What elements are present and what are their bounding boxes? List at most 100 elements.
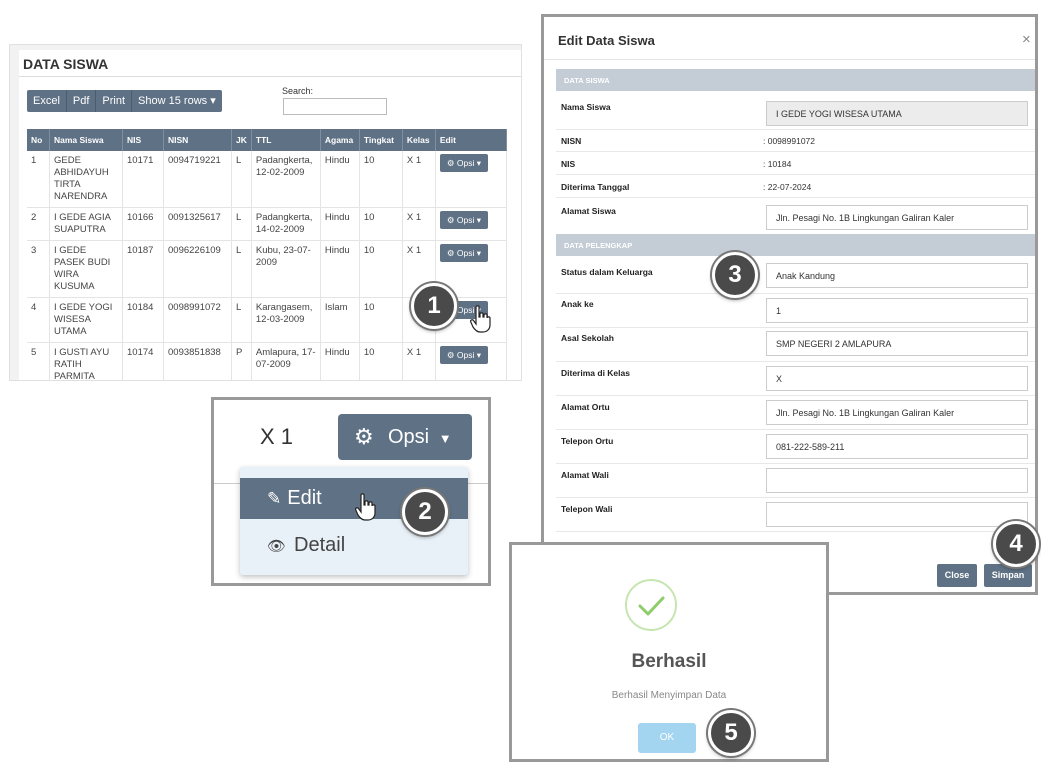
table-row: 2 I GEDE AGIA SUAPUTRA 10166 0091325617 …	[27, 207, 507, 241]
cell-ttl: Karangasem, 12-03-2009	[251, 297, 321, 343]
hand-cursor-icon	[470, 305, 491, 333]
opsi-label: Opsi ▾	[456, 215, 481, 225]
cell-no: 4	[27, 297, 50, 343]
cell-agama: Hindu	[320, 151, 360, 208]
col-agama[interactable]: Agama	[320, 129, 360, 151]
success-title: Berhasil	[631, 651, 707, 672]
success-check-icon	[625, 579, 677, 631]
cell-tingkat: 10	[359, 151, 403, 208]
cell-edit: ⚙ Opsi ▾	[435, 342, 507, 380]
close-button[interactable]: Close	[937, 564, 977, 587]
col-jk[interactable]: JK	[231, 129, 252, 151]
opsi-button[interactable]: ⚙ Opsi ▾	[439, 244, 488, 262]
anak-ke-field[interactable]: 1	[766, 298, 1028, 323]
cell-kelas: X 1	[402, 342, 436, 380]
col-no[interactable]: No	[27, 129, 50, 151]
step-badge-4: 4	[993, 521, 1039, 567]
divider	[556, 293, 1035, 294]
cell-agama: Islam	[320, 297, 360, 343]
col-nis[interactable]: NIS	[122, 129, 164, 151]
edit-siswa-modal: Edit Data Siswa × DATA SISWA Nama Siswa …	[541, 14, 1038, 595]
alamat-ortu-label: Alamat Ortu	[561, 402, 610, 412]
opsi-button[interactable]: ⚙ Opsi ▾	[439, 346, 488, 364]
status-keluarga-field[interactable]: Anak Kandung	[766, 263, 1028, 288]
cell-no: 5	[27, 342, 50, 380]
eye-icon: 👁	[267, 538, 287, 555]
close-icon[interactable]: ×	[1022, 31, 1031, 48]
excel-button[interactable]: Excel	[27, 90, 67, 112]
asal-sekolah-field[interactable]: SMP NEGERI 2 AMLAPURA	[766, 331, 1028, 356]
col-tingkat[interactable]: Tingkat	[359, 129, 403, 151]
divider	[556, 497, 1035, 498]
diterima-kelas-label: Diterima di Kelas	[561, 368, 630, 378]
telepon-ortu-field[interactable]: 081-222-589-211	[766, 434, 1028, 459]
telepon-wali-field[interactable]	[766, 502, 1028, 527]
hand-cursor-icon	[355, 493, 376, 521]
divider	[556, 463, 1035, 464]
search-input[interactable]	[283, 98, 387, 115]
cell-nis: 10174	[122, 342, 164, 380]
cell-nama: I GUSTI AYU RATIH PARMITA BERLIANTI	[49, 342, 123, 380]
alamat-wali-field[interactable]	[766, 468, 1028, 493]
show-rows-button[interactable]: Show 15 rows ▾	[132, 90, 222, 112]
step-badge-3: 3	[712, 252, 758, 298]
alamat-ortu-field[interactable]: Jln. Pesagi No. 1B Lingkungan Galiran Ka…	[766, 400, 1028, 425]
table-row: 1 GEDE ABHIDAYUH TIRTA NARENDRA 10171 00…	[27, 151, 507, 208]
divider	[556, 531, 1035, 532]
cell-no: 3	[27, 240, 50, 298]
modal-title: Edit Data Siswa	[558, 33, 655, 48]
col-nisn[interactable]: NISN	[163, 129, 232, 151]
cell-nis: 10187	[122, 240, 164, 298]
divider	[556, 429, 1035, 430]
col-ttl[interactable]: TTL	[251, 129, 321, 151]
alamat-siswa-field[interactable]: Jln. Pesagi No. 1B Lingkungan Galiran Ka…	[766, 205, 1028, 230]
cell-jk: L	[231, 297, 252, 343]
col-nama[interactable]: Nama Siswa	[49, 129, 123, 151]
divider	[556, 174, 1035, 175]
divider	[556, 197, 1035, 198]
cell-agama: Hindu	[320, 240, 360, 298]
nama-label: Nama Siswa	[561, 102, 611, 112]
success-message: Berhasil Menyimpan Data	[611, 690, 727, 701]
cell-kelas: X 1	[402, 151, 436, 208]
cell-nama: GEDE ABHIDAYUH TIRTA NARENDRA	[49, 151, 123, 208]
table-header: No Nama Siswa NIS NISN JK TTL Agama Ting…	[27, 129, 507, 151]
diterima-tanggal-label: Diterima Tanggal	[561, 182, 630, 192]
telepon-wali-label: Telepon Wali	[561, 504, 613, 514]
ok-button[interactable]: OK	[638, 723, 696, 753]
cell-ttl: Padangkerta, 12-02-2009	[251, 151, 321, 208]
cell-nama: I GEDE AGIA SUAPUTRA	[49, 207, 123, 241]
opsi-button[interactable]: ⚙ Opsi ▾	[439, 154, 488, 172]
cell-jk: L	[231, 240, 252, 298]
cell-jk: P	[231, 342, 252, 380]
edit-icon: ✎	[267, 489, 282, 508]
cell-tingkat: 10	[359, 297, 403, 343]
pdf-button[interactable]: Pdf	[67, 90, 97, 112]
nama-field[interactable]: I GEDE YOGI WISESA UTAMA	[766, 101, 1028, 126]
diterima-kelas-field[interactable]: X	[766, 366, 1028, 391]
simpan-button[interactable]: Simpan	[984, 564, 1032, 587]
print-button[interactable]: Print	[96, 90, 133, 112]
step-badge-2: 2	[402, 489, 448, 535]
opsi-label: Opsi ▾	[456, 248, 481, 258]
menu-item-detail-label: Detail	[294, 534, 346, 556]
zoom-opsi-button[interactable]: ⚙ Opsi ▼	[338, 414, 472, 460]
cell-nama: I GEDE PASEK BUDI WIRA KUSUMA	[49, 240, 123, 298]
divider	[544, 59, 1035, 60]
col-kelas[interactable]: Kelas	[402, 129, 436, 151]
cell-nis: 10184	[122, 297, 164, 343]
divider	[19, 76, 521, 77]
section-data-siswa: DATA SISWA	[556, 69, 1035, 91]
cell-nisn: 0096226109	[163, 240, 232, 298]
nisn-label: NISN	[561, 136, 582, 146]
section-data-pelengkap: DATA PELENGKAP	[556, 234, 1035, 256]
menu-item-edit-label: Edit	[287, 487, 322, 509]
diterima-tanggal-value: : 22-07-2024	[763, 182, 812, 192]
caret-down-icon: ▼	[438, 431, 452, 446]
cell-nis: 10171	[122, 151, 164, 208]
export-toolbar: Excel Pdf Print Show 15 rows ▾	[27, 90, 222, 112]
zoom-opsi-label: Opsi	[388, 426, 430, 448]
divider	[556, 395, 1035, 396]
opsi-button[interactable]: ⚙ Opsi ▾	[439, 211, 488, 229]
cell-edit: ⚙ Opsi ▾	[435, 207, 507, 241]
